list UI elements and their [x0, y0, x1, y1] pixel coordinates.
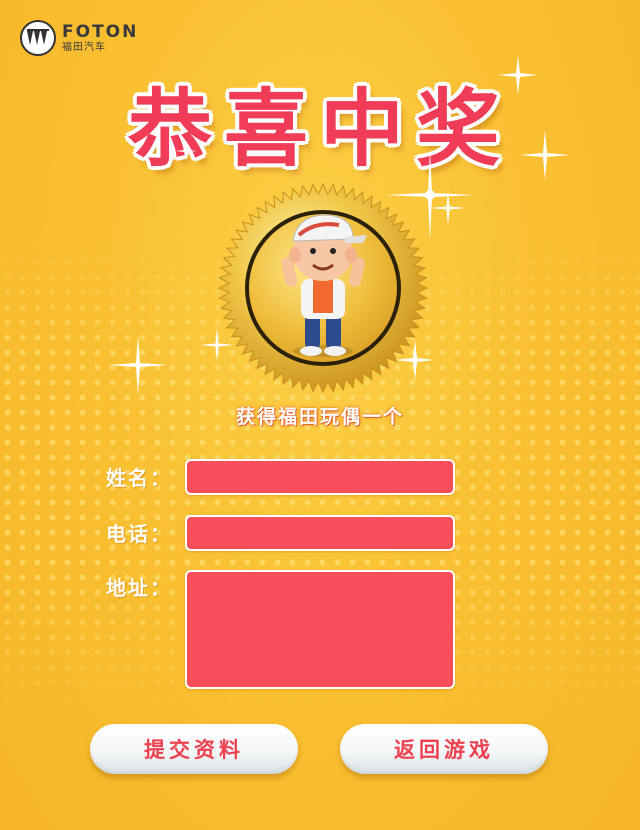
sparkle-icon	[498, 55, 538, 95]
prize-medal	[218, 183, 428, 393]
prize-description: 获得福田玩偶一个	[235, 406, 404, 428]
sparkle-icon	[108, 335, 168, 395]
submit-info-button[interactable]: 提交资料	[90, 724, 298, 774]
name-input[interactable]	[185, 459, 455, 495]
name-label: 姓名：	[106, 466, 172, 490]
phone-input[interactable]	[185, 515, 455, 551]
brand-name-en: FOTON	[62, 21, 139, 42]
sparkle-icon	[430, 190, 466, 226]
brand-name-cn: 福田汽车	[62, 41, 106, 53]
foton-logo-icon	[20, 20, 56, 56]
foton-logo: FOTON 福田汽车	[20, 20, 138, 56]
sparkle-icon	[175, 140, 197, 162]
phone-label: 电话：	[106, 522, 172, 546]
address-label: 地址：	[106, 576, 172, 600]
address-input[interactable]	[185, 570, 455, 689]
sparkle-icon	[520, 130, 570, 180]
return-to-game-button[interactable]: 返回游戏	[340, 724, 548, 774]
